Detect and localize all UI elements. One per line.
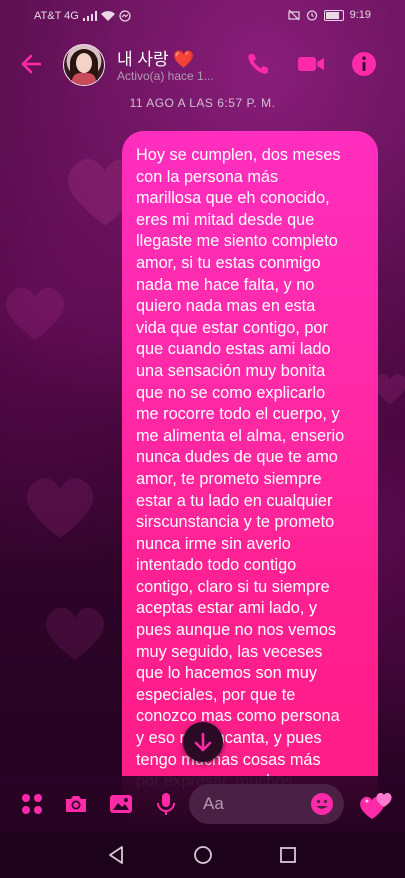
avatar[interactable]	[63, 44, 105, 86]
apps-grid-icon[interactable]	[18, 790, 46, 818]
message-bubble-sent[interactable]: Hoy se cumplen, dos meses con la persona…	[122, 131, 378, 831]
message-input[interactable]: Aa	[189, 784, 344, 824]
battery-icon	[323, 9, 344, 21]
gallery-icon[interactable]	[107, 790, 135, 818]
carrier-label: AT&T 4G	[34, 10, 79, 22]
signal-icon	[82, 11, 97, 21]
microphone-icon[interactable]	[152, 790, 180, 818]
camera-icon[interactable]	[62, 790, 90, 818]
avatar-face	[76, 53, 92, 73]
status-right: 9:19	[287, 9, 371, 21]
arrow-down-icon	[194, 732, 212, 752]
clock: 9:19	[349, 9, 371, 21]
status-bar: AT&T 4G 9:19	[0, 0, 405, 32]
contact-active-status: Activo(a) hace 1...	[117, 69, 214, 83]
back-arrow-icon[interactable]	[18, 50, 46, 78]
emoji-icon[interactable]	[310, 792, 334, 816]
status-left: AT&T 4G	[34, 10, 131, 22]
background-heart-decoration	[5, 287, 65, 340]
conversation-header: 내 사랑 ❤️ Activo(a) hace 1...	[0, 32, 405, 92]
contact-name[interactable]: 내 사랑 ❤️	[117, 45, 195, 70]
message-text: Hoy se cumplen, dos meses con la persona…	[136, 146, 345, 790]
message-composer: Aa	[0, 776, 405, 832]
message-date-label: 11 AGO A LAS 6:57 P. M.	[129, 96, 276, 110]
info-icon[interactable]	[350, 50, 378, 78]
avatar-shirt	[72, 73, 96, 85]
background-heart-decoration	[45, 607, 105, 660]
messenger-notification-icon	[119, 10, 131, 22]
nav-home-icon[interactable]	[192, 844, 214, 866]
video-camera-icon[interactable]	[296, 50, 326, 78]
wifi-icon	[100, 11, 115, 21]
phone-icon[interactable]	[244, 50, 272, 78]
message-input-placeholder: Aa	[203, 794, 224, 813]
background-heart-decoration	[26, 478, 94, 538]
system-navigation-bar	[0, 832, 405, 878]
mute-notifications-icon	[287, 9, 300, 21]
scroll-to-bottom-button[interactable]	[183, 722, 223, 762]
alarm-icon	[306, 10, 317, 21]
nav-recents-icon[interactable]	[277, 844, 299, 866]
hearts-sticker-icon[interactable]	[358, 787, 394, 821]
nav-back-icon[interactable]	[105, 844, 127, 866]
